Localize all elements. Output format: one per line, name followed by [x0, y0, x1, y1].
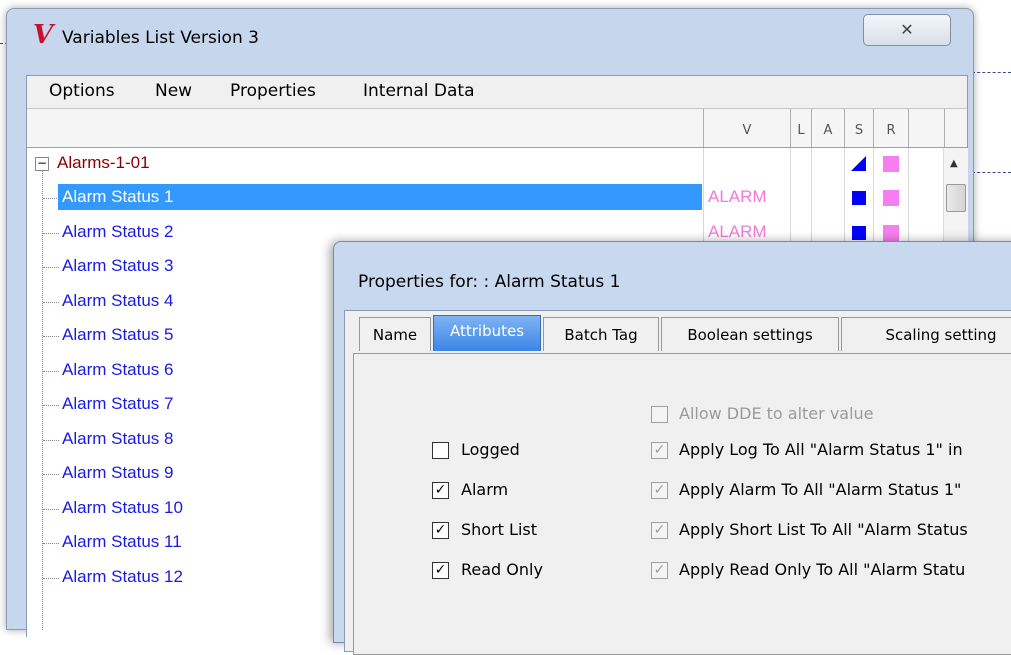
tree-item-label: Alarm Status 3 [62, 256, 174, 275]
collapse-toggle-icon[interactable]: − [35, 157, 49, 171]
column-l[interactable]: L [790, 109, 811, 147]
tab-boolean-settings[interactable]: Boolean settings [661, 317, 839, 351]
app-logo-icon: 𝑽 [33, 20, 54, 50]
column-v[interactable]: V [703, 109, 790, 147]
apply-checkbox[interactable]: ✓ [651, 442, 668, 459]
s-indicator [852, 225, 866, 240]
tree-branch-line [43, 336, 59, 337]
tree-item-label: Alarm Status 4 [62, 290, 174, 310]
attr-label: Logged [461, 440, 520, 459]
tree-item-label: Alarm Status 2 [62, 221, 174, 241]
state-triangle-icon [851, 156, 866, 171]
r-indicator [883, 190, 899, 206]
desktop-guide-line [972, 72, 1011, 73]
attr-label: Alarm [461, 480, 509, 499]
tree-item-label: Alarm Status 7 [62, 394, 174, 413]
tree-branch-line [43, 267, 59, 268]
apply-checkbox[interactable]: ✓ [651, 522, 668, 539]
column-r[interactable]: R [873, 109, 908, 147]
tree-branch-line [43, 405, 59, 406]
tree-branch-line [43, 474, 59, 475]
scroll-thumb[interactable] [946, 184, 966, 212]
attr-label: Short List [461, 520, 537, 539]
tree-item-label: Alarm Status 6 [62, 359, 174, 379]
tab-name[interactable]: Name [359, 317, 431, 351]
properties-dialog: Properties for: : Alarm Status 1 Name At… [333, 241, 1011, 655]
menu-bar: Options New Properties Internal Data [27, 76, 967, 109]
tree-branch-line [43, 439, 59, 441]
tree-item-label: Alarm Status 11 [62, 532, 182, 551]
column-a[interactable]: A [811, 109, 844, 147]
tree-item-label: Alarm Status 8 [62, 428, 174, 448]
tab-scaling-settings[interactable]: Scaling setting [841, 317, 1011, 351]
dialog-title: Properties for: : Alarm Status 1 [358, 272, 621, 292]
tab-batch-tag[interactable]: Batch Tag [543, 317, 659, 351]
attr-label: Read Only [461, 560, 543, 579]
r-indicator [883, 224, 899, 241]
tree-branch-line [43, 508, 59, 510]
tree-branch-line [43, 301, 59, 303]
attr-checkbox-short-list[interactable]: ✓ [432, 522, 449, 539]
allow-dde-label: Allow DDE to alter value [679, 404, 874, 423]
menu-properties[interactable]: Properties [230, 81, 316, 101]
tree-branch-line [43, 577, 59, 579]
attr-checkbox-logged[interactable] [432, 442, 449, 459]
close-icon: ✕ [900, 20, 914, 39]
scroll-up-icon[interactable]: ▲ [950, 158, 958, 169]
tree-branch-line [43, 232, 59, 234]
tree-group-row[interactable]: − Alarms-1-01 [27, 148, 943, 182]
tab-attributes[interactable]: Attributes [433, 315, 541, 351]
s-indicator [852, 191, 866, 205]
tree-item-row[interactable]: Alarm Status 1 ALARM [27, 182, 943, 216]
v-cell: ALARM [708, 187, 767, 206]
apply-checkbox[interactable]: ✓ [651, 482, 668, 499]
column-header: V L A S R [27, 109, 967, 148]
dialog-body: Name Attributes Batch Tag Boolean settin… [344, 310, 1011, 655]
tree-item-label: Alarm Status 5 [62, 325, 174, 344]
tree-branch-line [43, 198, 59, 199]
apply-label: Apply Log To All "Alarm Status 1" in [679, 440, 963, 459]
attributes-panel: Allow DDE to alter value Logged ✓ Apply Lo… [353, 353, 1011, 655]
attr-checkbox-alarm[interactable]: ✓ [432, 482, 449, 499]
allow-dde-checkbox[interactable] [651, 406, 668, 423]
tree-branch-line [43, 370, 59, 372]
tree-branch-line [43, 543, 59, 544]
menu-new[interactable]: New [155, 81, 192, 101]
apply-label: Apply Alarm To All "Alarm Status 1" [679, 480, 962, 499]
apply-label: Apply Short List To All "Alarm Status [679, 520, 968, 539]
r-indicator [883, 156, 899, 172]
apply-label: Apply Read Only To All "Alarm Statu [679, 560, 966, 579]
tree-item-label: Alarm Status 1 [58, 184, 702, 210]
tree-item-label: Alarm Status 9 [62, 463, 174, 482]
desktop-guide-line [972, 172, 1011, 173]
attr-checkbox-read-only[interactable]: ✓ [432, 562, 449, 579]
tree-item-label: Alarm Status 10 [62, 497, 183, 517]
menu-internal-data[interactable]: Internal Data [363, 81, 475, 101]
v-cell: ALARM [708, 221, 767, 241]
tree-group-label: Alarms-1-01 [57, 153, 150, 172]
window-title: Variables List Version 3 [62, 28, 259, 48]
column-s[interactable]: S [844, 109, 873, 147]
column-blank [908, 109, 945, 147]
apply-checkbox[interactable]: ✓ [651, 562, 668, 579]
close-button[interactable]: ✕ [863, 14, 951, 46]
tree-item-label: Alarm Status 12 [62, 566, 183, 586]
menu-options[interactable]: Options [49, 81, 115, 101]
tab-strip: Name Attributes Batch Tag Boolean settin… [359, 315, 1011, 353]
